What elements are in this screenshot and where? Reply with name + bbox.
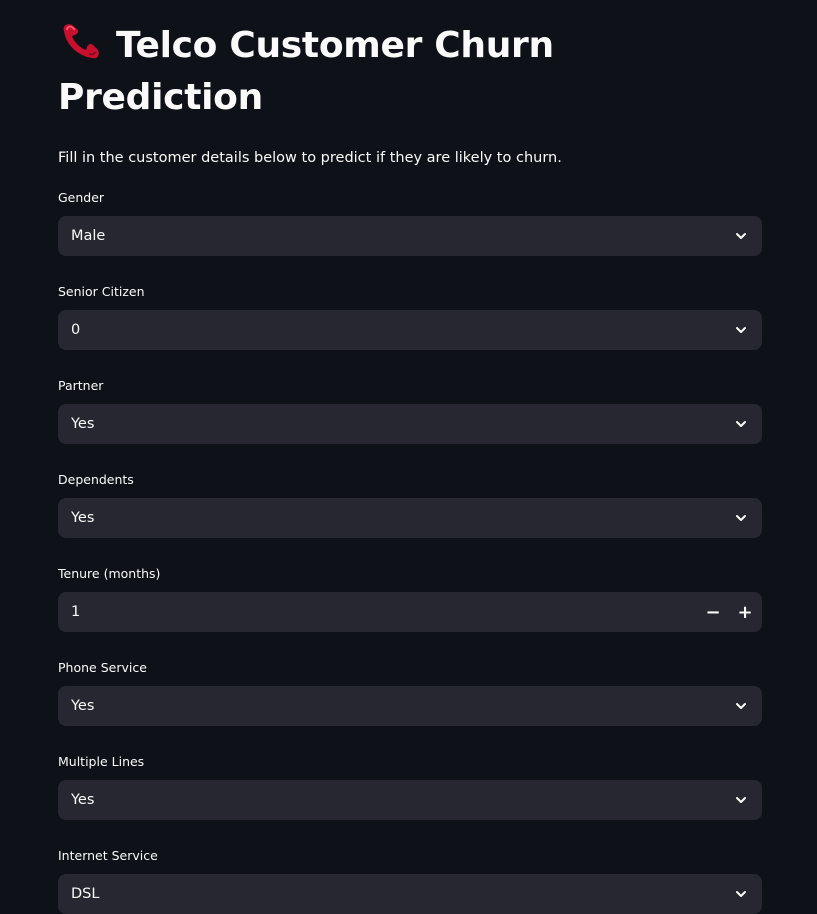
internet-service-select[interactable]: DSL <box>58 874 762 914</box>
gender-label: Gender <box>58 190 105 205</box>
multiple-lines-field: Multiple Lines Yes <box>58 754 762 820</box>
phone-service-select[interactable]: Yes <box>58 686 762 726</box>
partner-select[interactable]: Yes <box>58 404 762 444</box>
main-content: Telco Customer Churn Prediction Fill in … <box>58 20 762 914</box>
chevron-down-icon <box>736 421 746 427</box>
page-title: Telco Customer Churn Prediction <box>58 20 578 124</box>
phone-service-label: Phone Service <box>58 660 147 675</box>
internet-service-label: Internet Service <box>58 848 158 863</box>
internet-service-field: Internet Service DSL <box>58 848 762 914</box>
tenure-decrement-button[interactable]: − <box>697 592 729 632</box>
tenure-number-input[interactable]: 1 − + <box>58 592 762 632</box>
multiple-lines-value: Yes <box>71 792 95 808</box>
senior-citizen-field: Senior Citizen 0 <box>58 284 762 350</box>
page-description: Fill in the customer details below to pr… <box>58 150 562 166</box>
chevron-down-icon <box>736 515 746 521</box>
senior-citizen-value: 0 <box>71 322 81 338</box>
chevron-down-icon <box>736 797 746 803</box>
gender-value: Male <box>71 228 106 244</box>
internet-service-value: DSL <box>71 886 100 902</box>
chevron-down-icon <box>736 327 746 333</box>
plus-icon: + <box>737 601 753 623</box>
gender-select[interactable]: Male <box>58 216 762 256</box>
partner-value: Yes <box>71 416 95 432</box>
multiple-lines-select[interactable]: Yes <box>58 780 762 820</box>
partner-label: Partner <box>58 378 104 393</box>
dependents-label: Dependents <box>58 472 134 487</box>
multiple-lines-label: Multiple Lines <box>58 754 145 769</box>
phone-service-field: Phone Service Yes <box>58 660 762 726</box>
page-title-text: Telco Customer Churn Prediction <box>58 25 554 118</box>
tenure-field: Tenure (months) 1 − + <box>58 566 762 632</box>
senior-citizen-select[interactable]: 0 <box>58 310 762 350</box>
minus-icon: − <box>705 601 721 623</box>
chevron-down-icon <box>736 233 746 239</box>
senior-citizen-label: Senior Citizen <box>58 284 145 299</box>
phone-service-value: Yes <box>71 698 95 714</box>
gender-field: Gender Male <box>58 190 762 256</box>
chevron-down-icon <box>736 891 746 897</box>
partner-field: Partner Yes <box>58 378 762 444</box>
chevron-down-icon <box>736 703 746 709</box>
tenure-value: 1 <box>71 604 81 620</box>
tenure-label: Tenure (months) <box>58 566 161 581</box>
dependents-field: Dependents Yes <box>58 472 762 538</box>
tenure-increment-button[interactable]: + <box>729 592 761 632</box>
dependents-select[interactable]: Yes <box>58 498 762 538</box>
telephone-receiver-icon <box>63 24 99 59</box>
dependents-value: Yes <box>71 510 95 526</box>
